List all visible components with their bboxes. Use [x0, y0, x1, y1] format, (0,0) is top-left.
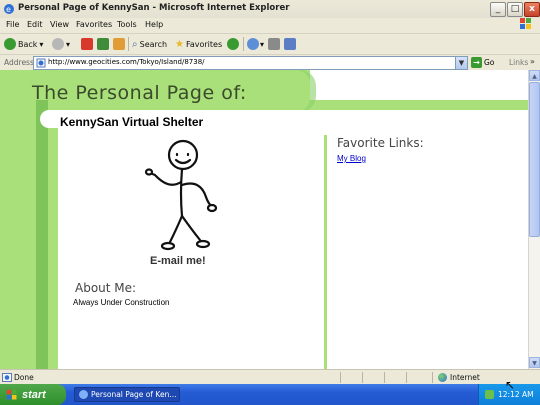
taskbar: start Personal Page of Ken... 12:12 AM: [0, 384, 540, 405]
chevron-down-icon: ▾: [260, 39, 265, 49]
status-separator: [362, 372, 363, 383]
close-button[interactable]: x: [524, 2, 540, 17]
links-label[interactable]: Links: [509, 58, 528, 67]
links-chevron-icon[interactable]: »: [530, 57, 535, 66]
media-icon[interactable]: [227, 38, 239, 50]
windows-flag-icon: [6, 389, 17, 399]
title-bar[interactable]: e Personal Page of KennySan - Microsoft …: [0, 0, 540, 19]
back-button[interactable]: Back ▾: [4, 37, 43, 51]
left-light-stripe: [48, 100, 58, 369]
page-icon: [36, 58, 46, 68]
zone-label: Internet: [450, 373, 480, 382]
back-arrow-icon: [4, 38, 16, 50]
arrow-down-icon: ▼: [532, 360, 537, 367]
site-title: KennySan Virtual Shelter: [60, 115, 204, 129]
address-label: Address: [4, 58, 34, 67]
address-url: http://www.geocities.com/Tokyo/Island/87…: [48, 58, 205, 66]
taskbar-item-label: Personal Page of Ken...: [91, 390, 177, 399]
chevron-down-icon: ▾: [39, 39, 44, 49]
address-bar: Address http://www.geocities.com/Tokyo/I…: [0, 55, 540, 71]
stick-figure-image[interactable]: [140, 138, 230, 258]
email-link[interactable]: E-mail me!: [150, 255, 206, 267]
menu-edit[interactable]: Edit: [27, 20, 43, 29]
search-button[interactable]: ⌕ Search: [132, 37, 167, 51]
mail-icon[interactable]: [268, 38, 280, 50]
page-viewport[interactable]: The Personal Page of: KennySan Virtual S…: [0, 70, 528, 369]
go-button[interactable]: → Go: [471, 56, 494, 69]
start-label: start: [22, 388, 46, 401]
maximize-button[interactable]: □: [507, 2, 523, 17]
menu-file[interactable]: File: [6, 20, 19, 29]
vertical-scrollbar[interactable]: ▲ ▼: [528, 70, 540, 369]
clock: 12:12 AM: [498, 390, 534, 399]
security-zone: Internet: [438, 373, 480, 382]
about-text: Always Under Construction: [73, 298, 170, 307]
history-icon[interactable]: [247, 38, 259, 50]
column-divider: [324, 135, 327, 369]
status-bar: Done Internet: [0, 369, 540, 385]
page-status-icon: [2, 373, 12, 382]
status-separator: [406, 372, 407, 383]
scroll-up-button[interactable]: ▲: [529, 70, 540, 81]
toolbar: Back ▾ ▾ ⌕ Search ★ Favorites ▾: [0, 34, 540, 55]
toolbar-separator: [128, 37, 129, 51]
ie-icon: [79, 390, 88, 399]
scroll-down-button[interactable]: ▼: [529, 357, 540, 368]
address-dropdown-button[interactable]: ▼: [455, 56, 468, 70]
page-heading: The Personal Page of:: [32, 82, 247, 104]
stop-icon[interactable]: [81, 38, 93, 50]
toolbar-separator: [243, 37, 244, 51]
windows-flag-icon: [520, 18, 531, 29]
search-label: Search: [139, 39, 168, 49]
arrow-up-icon: ▲: [532, 73, 537, 80]
left-green-stripe: [0, 70, 36, 369]
go-label: Go: [484, 58, 495, 67]
globe-icon: [438, 373, 447, 382]
print-icon[interactable]: [284, 38, 296, 50]
forward-arrow-icon: [52, 38, 64, 50]
status-separator: [432, 372, 433, 383]
left-dark-stripe: [36, 100, 48, 369]
ie-icon: e: [4, 4, 14, 14]
svg-text:e: e: [6, 5, 11, 14]
minimize-button[interactable]: _: [490, 2, 506, 17]
taskbar-item-ie[interactable]: Personal Page of Ken...: [74, 387, 180, 402]
search-icon: ⌕: [132, 38, 138, 50]
star-icon: ★: [175, 38, 184, 50]
favorites-button[interactable]: ★ Favorites: [175, 37, 222, 51]
network-icon[interactable]: [485, 390, 494, 399]
window-title: Personal Page of KennySan - Microsoft In…: [18, 3, 290, 13]
status-separator: [340, 372, 341, 383]
menu-help[interactable]: Help: [145, 20, 163, 29]
menu-view[interactable]: View: [50, 20, 69, 29]
forward-button[interactable]: ▾: [52, 37, 70, 51]
address-input[interactable]: http://www.geocities.com/Tokyo/Island/87…: [33, 56, 467, 70]
menu-bar: File Edit View Favorites Tools Help: [0, 18, 540, 34]
status-separator: [384, 372, 385, 383]
back-label: Back: [18, 39, 38, 49]
header-band-curve: [280, 70, 310, 112]
mouse-cursor-icon: ↖: [505, 378, 516, 392]
start-button[interactable]: start: [0, 384, 66, 405]
link-my-blog[interactable]: My Blog: [337, 154, 366, 163]
status-text: Done: [14, 373, 34, 382]
about-heading: About Me:: [75, 281, 137, 295]
chevron-down-icon: ▾: [66, 39, 71, 49]
menu-favorites[interactable]: Favorites: [76, 20, 112, 29]
scroll-thumb[interactable]: [529, 82, 540, 237]
refresh-icon[interactable]: [97, 38, 109, 50]
home-icon[interactable]: [113, 38, 125, 50]
go-arrow-icon: →: [471, 57, 482, 68]
menu-tools[interactable]: Tools: [117, 20, 137, 29]
favorites-label: Favorites: [185, 39, 223, 49]
chevron-down-icon: ▼: [458, 59, 465, 67]
favorite-links-heading: Favorite Links:: [337, 136, 424, 150]
